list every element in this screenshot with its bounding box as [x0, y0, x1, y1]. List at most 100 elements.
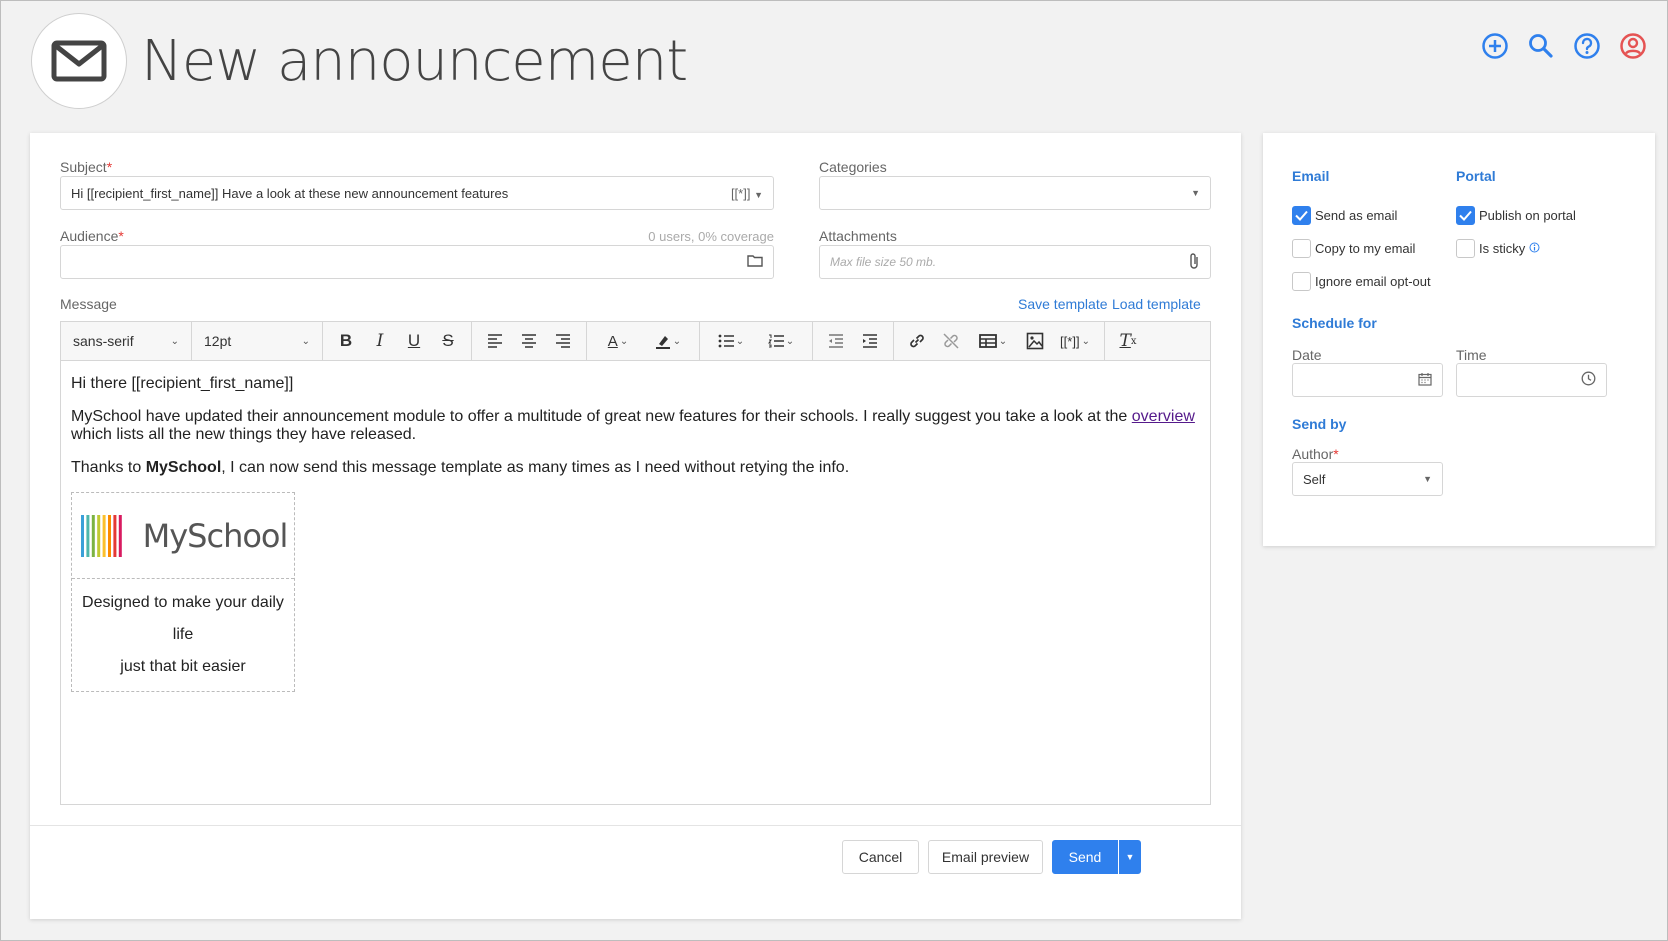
text-color-button[interactable]: A ⌄ [593, 326, 643, 356]
align-center-icon [522, 334, 536, 348]
info-icon[interactable] [1529, 241, 1540, 256]
folder-icon[interactable] [747, 254, 763, 270]
announcement-form-card: Subject* Hi [[recipient_first_name]] Hav… [30, 133, 1241, 919]
bullet-list-icon [718, 334, 734, 348]
signature-table: MySchool Designed to make your daily lif… [71, 492, 295, 692]
email-section-title: Email [1292, 168, 1330, 184]
numbered-list-button[interactable]: ⌄ [756, 326, 806, 356]
insert-table-button[interactable]: ⌄ [968, 326, 1018, 356]
indent-icon [863, 334, 877, 348]
add-icon[interactable] [1481, 32, 1509, 60]
announcement-mail-icon [31, 13, 127, 109]
schedule-section-title: Schedule for [1292, 315, 1377, 331]
insert-image-button[interactable] [1018, 326, 1052, 356]
subject-merge-tag-dropdown[interactable]: [[*]] ▼ [731, 186, 763, 201]
chevron-down-icon: ⌄ [1081, 335, 1090, 347]
bold-button[interactable]: B [329, 326, 363, 356]
logo-bar [102, 514, 106, 557]
logo-bar [96, 514, 100, 557]
subject-input[interactable]: Hi [[recipient_first_name]] Have a look … [60, 176, 774, 210]
highlighter-icon [655, 336, 670, 349]
send-options-dropdown[interactable]: ▼ [1119, 840, 1141, 874]
align-center-button[interactable] [512, 326, 546, 356]
send-as-email-checkbox[interactable] [1292, 206, 1311, 225]
options-card: Email Portal Send as email Copy to my em… [1263, 133, 1655, 546]
cancel-button[interactable]: Cancel [842, 840, 919, 874]
copy-to-my-email-checkbox[interactable] [1292, 239, 1311, 258]
myschool-logo: MySchool [72, 493, 294, 579]
time-label: Time [1456, 347, 1487, 363]
list-group: ⌄ ⌄ [700, 322, 813, 360]
chevron-down-icon: ⌄ [170, 335, 179, 347]
audience-input[interactable] [60, 245, 774, 279]
align-right-button[interactable] [546, 326, 580, 356]
is-sticky-option[interactable]: Is sticky [1456, 239, 1540, 258]
bullet-list-button[interactable]: ⌄ [706, 326, 756, 356]
author-label: Author* [1292, 446, 1339, 462]
save-template-link[interactable]: Save template [1018, 296, 1108, 312]
overview-link[interactable]: overview [1132, 408, 1195, 425]
calendar-icon[interactable] [1418, 372, 1432, 389]
outdent-icon [829, 334, 843, 348]
remove-link-button[interactable] [934, 326, 968, 356]
chevron-down-icon: ⌄ [998, 335, 1008, 347]
search-icon[interactable] [1527, 32, 1555, 60]
load-template-link[interactable]: Load template [1112, 296, 1201, 312]
logo-text: MySchool [142, 516, 289, 555]
underline-button[interactable]: U [397, 326, 431, 356]
editor-toolbar: sans-serif ⌄ 12pt ⌄ B I U S A ⌄ ⌄ ⌄ ⌄ ⌄ … [60, 321, 1211, 361]
merge-tag-button[interactable]: [[*]] ⌄ [1052, 326, 1098, 356]
outdent-button[interactable] [819, 326, 853, 356]
insert-group: ⌄ [[*]] ⌄ [894, 322, 1105, 360]
clear-formatting-button[interactable]: Tx [1111, 326, 1145, 356]
is-sticky-checkbox[interactable] [1456, 239, 1475, 258]
subject-value: Hi [[recipient_first_name]] Have a look … [71, 185, 509, 201]
send-by-section-title: Send by [1292, 416, 1347, 432]
send-button[interactable]: Send [1052, 840, 1118, 874]
chevron-down-icon: ▼ [1423, 474, 1432, 484]
align-group [472, 322, 587, 360]
top-actions [1481, 32, 1647, 60]
table-icon [978, 334, 997, 348]
font-size-select[interactable]: 12pt ⌄ [192, 322, 323, 360]
subject-label: Subject* [60, 159, 113, 175]
message-editor[interactable]: Hi there [[recipient_first_name]] MyScho… [60, 361, 1211, 805]
help-icon[interactable] [1573, 32, 1601, 60]
italic-button[interactable]: I [363, 326, 397, 356]
publish-on-portal-checkbox[interactable] [1456, 206, 1475, 225]
highlight-color-button[interactable]: ⌄ [643, 326, 693, 356]
attachments-label: Attachments [819, 228, 897, 244]
author-select[interactable]: Self ▼ [1292, 462, 1443, 496]
strikethrough-button[interactable]: S [431, 326, 465, 356]
footer-divider [30, 825, 1241, 826]
message-label: Message [60, 296, 117, 312]
clock-icon[interactable] [1581, 371, 1596, 389]
ignore-opt-out-checkbox[interactable] [1292, 272, 1311, 291]
chevron-down-icon: ▼ [1125, 852, 1135, 862]
date-input[interactable] [1292, 363, 1443, 397]
align-left-button[interactable] [478, 326, 512, 356]
attachments-input[interactable]: Max file size 50 mb. [819, 245, 1211, 279]
categories-label: Categories [819, 159, 887, 175]
profile-icon[interactable] [1619, 32, 1647, 60]
audience-label: Audience* [60, 228, 124, 244]
myschool-logo-bars [80, 514, 122, 557]
checkmark-icon [1295, 210, 1308, 221]
logo-bar [80, 514, 84, 557]
indent-button[interactable] [853, 326, 887, 356]
copy-to-my-email-option[interactable]: Copy to my email [1292, 239, 1415, 258]
categories-select[interactable]: ▼ [819, 176, 1211, 210]
chevron-down-icon: ⌄ [619, 335, 629, 347]
signature-tagline: Designed to make your daily life just th… [82, 594, 284, 675]
font-family-select[interactable]: sans-serif ⌄ [61, 322, 192, 360]
chevron-down-icon: ▼ [1191, 188, 1200, 198]
send-as-email-option[interactable]: Send as email [1292, 206, 1397, 225]
time-input[interactable] [1456, 363, 1607, 397]
ignore-opt-out-option[interactable]: Ignore email opt-out [1292, 272, 1431, 291]
insert-link-button[interactable] [900, 326, 934, 356]
paperclip-icon[interactable] [1188, 252, 1200, 273]
publish-on-portal-option[interactable]: Publish on portal [1456, 206, 1576, 225]
email-preview-button[interactable]: Email preview [928, 840, 1043, 874]
unlink-icon [943, 333, 959, 349]
checkmark-icon [1459, 210, 1472, 221]
